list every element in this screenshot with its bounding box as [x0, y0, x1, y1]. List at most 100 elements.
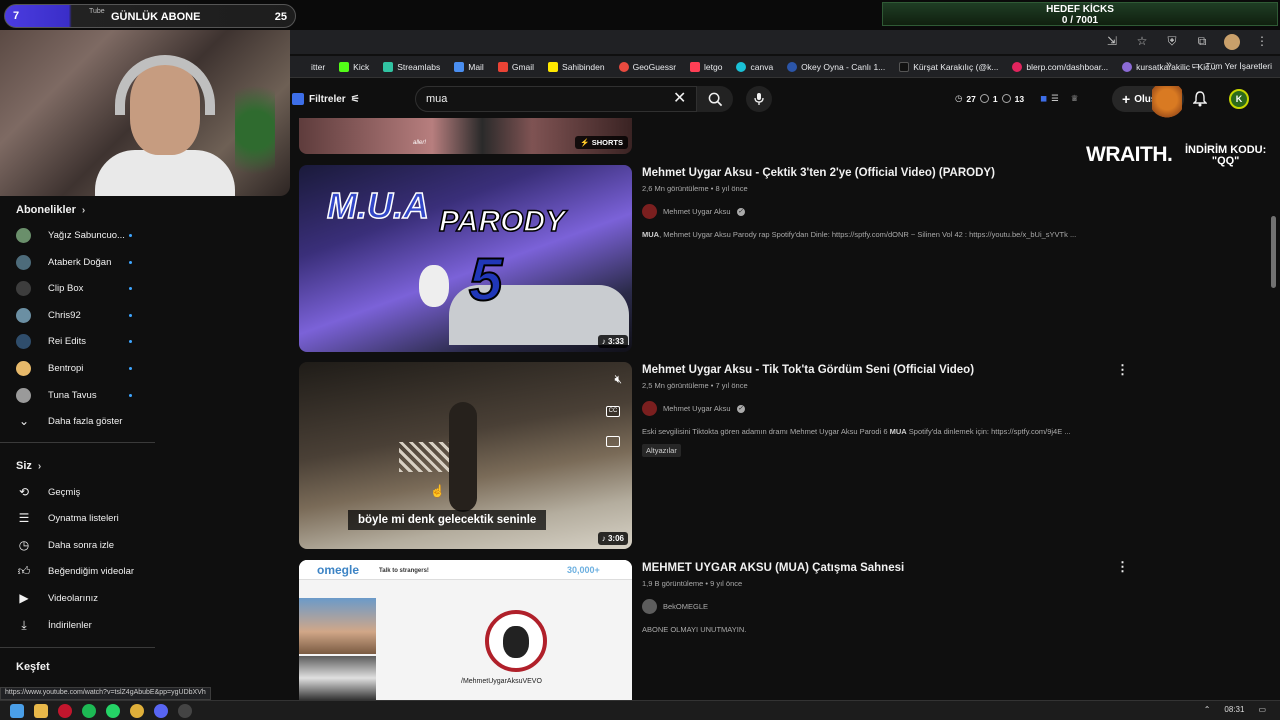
tray-chevron-icon[interactable]: ⌃: [1204, 705, 1211, 714]
bookmark-1[interactable]: Kick: [332, 61, 376, 72]
sidebar-liked[interactable]: 👍︎ Beğendiğim videolar: [16, 561, 146, 581]
profile-avatar[interactable]: [1224, 34, 1240, 53]
taskbar: ⌃ 08:31 ▭: [0, 700, 1280, 720]
your-videos-icon: ▶: [19, 591, 29, 605]
mail-icon: [454, 61, 465, 72]
channel-avatar: [16, 360, 31, 376]
sidebar-sub-5[interactable]: Bentropi: [16, 358, 146, 378]
video-title-1[interactable]: Mehmet Uygar Aksu - Çektik 3'ten 2'ye (O…: [642, 167, 995, 179]
bookmark-star-icon[interactable]: ☆: [1134, 34, 1150, 53]
video-channel-1[interactable]: Mehmet Uygar Aksu ✓: [642, 204, 745, 219]
search-input[interactable]: mua: [415, 86, 697, 112]
extension-icon: [292, 93, 304, 105]
notifications-icon[interactable]: [1193, 91, 1207, 107]
sidebar-playlists[interactable]: ☰ Oynatma listeleri: [16, 508, 146, 528]
browser-menu-icon[interactable]: ⋮: [1254, 34, 1270, 53]
mute-icon[interactable]: 🔇︎: [614, 372, 622, 387]
clock[interactable]: 08:31: [1224, 705, 1244, 714]
install-icon[interactable]: ⇲: [1104, 34, 1120, 53]
sidebar-history[interactable]: ⟲ Geçmiş: [16, 482, 146, 502]
shorts-caption: aller!: [413, 140, 427, 146]
new-content-dot: [129, 393, 132, 397]
windows-start-icon[interactable]: [10, 703, 24, 718]
bookmark-9[interactable]: Okey Oyna - Canlı 1...: [780, 61, 892, 72]
new-content-dot: [129, 313, 132, 317]
extensions-icon[interactable]: ⧉: [1194, 34, 1210, 53]
plus-icon: +: [1122, 91, 1131, 107]
video-title-2[interactable]: Mehmet Uygar Aksu - Tik Tok'ta Gördüm Se…: [642, 364, 974, 376]
sidebar-sub-2[interactable]: Clip Box: [16, 278, 146, 298]
video-menu-2[interactable]: ⋮: [1116, 362, 1129, 378]
verified-icon: ✓: [736, 207, 745, 216]
scrollbar-thumb[interactable]: [1271, 216, 1276, 288]
notification-center-icon[interactable]: ▭: [1258, 705, 1266, 714]
channel-avatar: [16, 280, 31, 296]
account-avatar[interactable]: K: [1229, 89, 1249, 109]
video-thumbnail-2[interactable]: 🔇︎ CC ☝ böyle mi denk gelecektik seninle…: [299, 362, 632, 549]
bookmark-6[interactable]: GeoGuessr: [612, 61, 683, 72]
sidebar-sub-4[interactable]: Rei Edits: [16, 331, 146, 351]
chevron-right-icon: ›: [37, 461, 42, 472]
obs-icon[interactable]: [178, 703, 192, 718]
sidebar-watch-later[interactable]: ◷ Daha sonra izle: [16, 535, 146, 555]
video-thumbnail-1[interactable]: M.U.A PARODY 5 ♪ 3:33: [299, 165, 632, 352]
video-meta-1: 2,6 Mn görüntüleme • 8 yıl önce: [642, 184, 748, 193]
bookmark-8[interactable]: canva: [729, 61, 780, 72]
voice-search-button[interactable]: [746, 86, 772, 112]
subscriptions-heading[interactable]: Abonelikler ›: [16, 204, 85, 216]
sidebar-sub-3[interactable]: Chris92: [16, 305, 146, 325]
bookmark-3[interactable]: Mail: [447, 61, 491, 72]
video-title-3[interactable]: MEHMET UYGAR AKSU (MUA) Çatışma Sahnesi: [642, 562, 904, 574]
folder-icon: ▭: [1191, 60, 1200, 70]
status-url: https://www.youtube.com/watch?v=tslZ4gAb…: [0, 687, 211, 700]
bookmark-11[interactable]: blerp.com/dashboar...: [1005, 61, 1115, 72]
sidebar-sub-6[interactable]: Tuna Tavus: [16, 385, 146, 405]
bookmark-4[interactable]: Gmail: [491, 61, 541, 72]
shield-icon[interactable]: ⛨: [1164, 34, 1180, 53]
bookmark-0[interactable]: itter: [290, 61, 332, 72]
channel-avatar: [16, 307, 31, 323]
sidebar-sub-0[interactable]: Yağız Sabuncuo...: [16, 225, 146, 245]
video-menu-3[interactable]: ⋮: [1116, 559, 1129, 575]
thumb-number-text: 5: [468, 245, 503, 314]
captions-icon[interactable]: CC: [606, 406, 620, 417]
sidebar-your-videos[interactable]: ▶ Videolarınız: [16, 588, 146, 608]
video-channel-2[interactable]: Mehmet Uygar Aksu ✓: [642, 401, 745, 416]
search-button[interactable]: [697, 86, 733, 112]
opera-icon[interactable]: [58, 703, 72, 718]
ext-blue-icon[interactable]: ◼: [1040, 93, 1047, 104]
clear-search-icon[interactable]: ✕: [673, 88, 686, 108]
sidebar-sub-1[interactable]: Ataberk Doğan: [16, 252, 146, 272]
okey-icon: [787, 61, 798, 72]
bookmark-icon: [297, 61, 307, 72]
shorts-thumbnail[interactable]: aller! ⚡ SHORTS: [299, 118, 632, 154]
explore-heading: Keşfet: [16, 661, 50, 673]
discord-icon[interactable]: [154, 703, 168, 718]
spotify-icon[interactable]: [82, 703, 96, 718]
daily-subscriber-goal: 7 Tube GÜNLÜK ABONE 25: [4, 4, 296, 28]
file-explorer-icon[interactable]: [34, 703, 48, 718]
thumb-webcam-1: [299, 598, 376, 654]
filters-button[interactable]: Filtreler ⚟: [292, 88, 360, 110]
sidebar-downloads[interactable]: ⤓ İndirilenler: [16, 615, 146, 635]
bookmark-2[interactable]: Streamlabs: [376, 61, 447, 72]
thumb-title-text: M.U.A: [326, 184, 430, 227]
channel-avatar: [16, 254, 31, 270]
whatsapp-icon[interactable]: [106, 703, 120, 718]
video-channel-3[interactable]: BekOMEGLE: [642, 599, 708, 614]
trophy-icon[interactable]: ♕: [1071, 93, 1079, 104]
chrome-icon[interactable]: [130, 703, 144, 718]
video-thumbnail-3[interactable]: omegle Talk to strangers! 30,000+ /Mehme…: [299, 560, 632, 700]
all-bookmarks[interactable]: ▭ Tüm Yer İşaretleri: [1191, 60, 1272, 71]
show-more-button[interactable]: ⌄ Daha fazla göster: [16, 411, 146, 431]
bookmarks-overflow-icon[interactable]: »: [1166, 59, 1172, 71]
you-heading[interactable]: Siz ›: [16, 460, 41, 472]
bookmark-10[interactable]: Kürşat Karakılıç (@k...: [892, 61, 1005, 72]
captions-tag: Altyazılar: [642, 444, 681, 457]
list-icon[interactable]: ☰: [1051, 93, 1059, 104]
bookmark-7[interactable]: letgo: [683, 61, 729, 72]
bookmark-5[interactable]: Sahibinden: [541, 61, 612, 72]
playlists-icon: ☰: [18, 511, 30, 525]
pip-icon[interactable]: [606, 436, 620, 447]
channel-avatar: [642, 401, 657, 416]
